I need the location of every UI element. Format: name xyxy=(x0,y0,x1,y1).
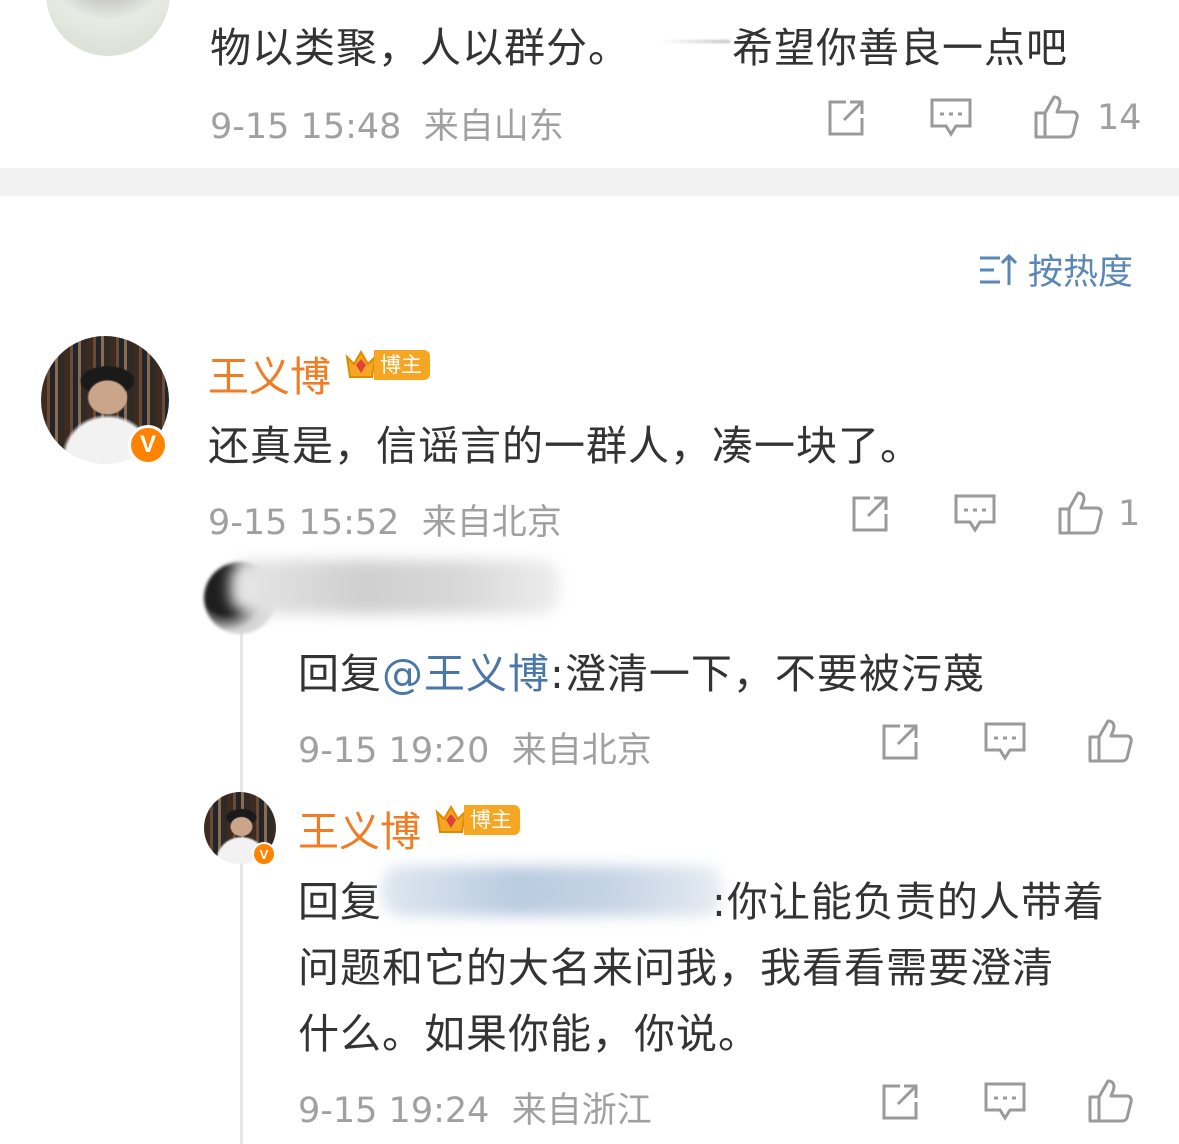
verified-icon: V xyxy=(128,425,168,465)
redacted-username xyxy=(230,560,560,614)
reply-body-line3: 什么。如果你能，你说。 xyxy=(298,1010,760,1058)
reply-body: :澄清一下，不要被污蔑 xyxy=(550,650,985,698)
like-icon[interactable] xyxy=(1032,93,1080,141)
reply-meta: 9-15 19:20 来自北京 xyxy=(298,722,652,773)
reply-body-line2: 问题和它的大名来问我，我看看需要澄清 xyxy=(298,944,1054,992)
reply-thread-line xyxy=(240,630,243,1144)
like-icon[interactable] xyxy=(1056,489,1104,537)
username[interactable]: 王义博 xyxy=(298,798,421,858)
blogger-badge: 博主 xyxy=(344,346,430,384)
crown-icon xyxy=(434,802,468,838)
blogger-label: 博主 xyxy=(464,805,520,835)
comment-icon[interactable] xyxy=(982,1080,1028,1124)
comment-meta: 9-15 15:52 来自北京 xyxy=(208,494,562,545)
reply-time: 9-15 19:24 xyxy=(298,1091,490,1131)
reply-prefix: 回复 xyxy=(298,650,382,698)
comment-text-right: 希望你善良一点吧 xyxy=(732,24,1068,72)
comment-location: 来自山东 xyxy=(423,107,564,147)
reply-location: 来自浙江 xyxy=(511,1091,652,1131)
redacted-mention[interactable] xyxy=(382,866,722,916)
avatar[interactable] xyxy=(46,0,170,56)
like-icon[interactable] xyxy=(1086,1077,1134,1125)
redacted-mention xyxy=(660,40,730,43)
reply-location: 来自北京 xyxy=(511,731,652,771)
crown-icon xyxy=(344,347,378,383)
comment-icon[interactable] xyxy=(952,492,998,536)
comment-location: 来自北京 xyxy=(421,503,562,543)
like-count: 14 xyxy=(1097,98,1142,138)
comment-time: 9-15 15:48 xyxy=(210,107,402,147)
like-count: 1 xyxy=(1118,494,1141,534)
comment-icon[interactable] xyxy=(982,720,1028,764)
share-icon[interactable] xyxy=(878,1080,922,1124)
comment-meta: 9-15 15:48 来自山东 xyxy=(210,98,564,149)
comment-time: 9-15 15:52 xyxy=(208,503,400,543)
mention-link[interactable]: @王义博 xyxy=(382,650,550,698)
share-icon[interactable] xyxy=(878,720,922,764)
reply-meta: 9-15 19:24 来自浙江 xyxy=(298,1082,652,1133)
reply-body-line1: :你让能负责的人带着 xyxy=(712,878,1105,926)
reply-time: 9-15 19:20 xyxy=(298,731,490,771)
blogger-badge: 博主 xyxy=(434,801,520,839)
reply-prefix: 回复 xyxy=(298,878,382,926)
sort-label: 按热度 xyxy=(1028,253,1134,293)
share-icon[interactable] xyxy=(848,492,892,536)
blogger-label: 博主 xyxy=(374,350,430,380)
reply-text-line1: 回复 xyxy=(298,868,382,928)
comment-text: 物以类聚，人以群分。 xyxy=(210,14,630,74)
username[interactable]: 王义博 xyxy=(208,343,331,403)
like-icon[interactable] xyxy=(1086,717,1134,765)
sort-icon xyxy=(978,253,1018,287)
sort-by-hot-button[interactable]: 按热度 xyxy=(978,244,1133,295)
reply-text: 回复@王义博:澄清一下，不要被污蔑 xyxy=(298,640,985,700)
share-icon[interactable] xyxy=(824,96,868,140)
comment-text-left: 物以类聚，人以群分。 xyxy=(210,24,630,72)
section-divider xyxy=(0,168,1179,196)
verified-icon: V xyxy=(252,842,276,866)
comment-icon[interactable] xyxy=(928,96,974,140)
comment-text: 还真是，信谣言的一群人，凑一块了。 xyxy=(208,422,922,470)
